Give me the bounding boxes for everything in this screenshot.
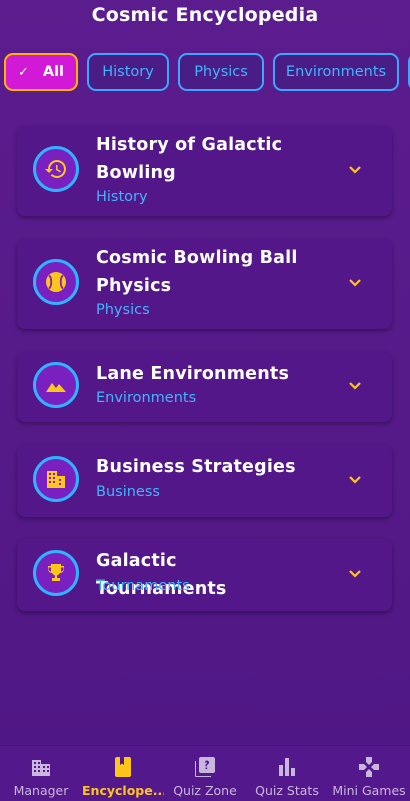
chevron-down-icon[interactable] — [348, 475, 362, 485]
filter-chip-label: History — [102, 64, 154, 80]
filter-chip-history[interactable]: History — [87, 53, 169, 91]
manager-icon — [32, 760, 50, 776]
encyclopedia-card-business[interactable]: Business Strategies Business — [17, 445, 392, 517]
bowling-ball-icon — [33, 259, 79, 305]
encyclopedia-card-history[interactable]: History of Galactic Bowling History — [17, 126, 392, 216]
chevron-down-icon[interactable] — [348, 278, 362, 288]
encyclopedia-card-tournaments[interactable]: Galactic Tournaments Tournaments — [17, 539, 392, 611]
bottom-navigation-bar: Manager Encyclope... Quiz Zone Quiz Stat… — [0, 745, 410, 801]
card-category: Environments — [96, 390, 197, 406]
card-category: Physics — [96, 302, 150, 318]
gamepad-icon — [359, 757, 379, 777]
card-title: Lane Environments — [96, 364, 290, 384]
nav-item-encyclopedia[interactable]: Encyclope... — [82, 746, 164, 801]
encyclopedia-icon — [115, 757, 131, 777]
filter-chip-label: Physics — [194, 64, 248, 80]
nav-label: Mini Games — [332, 783, 406, 798]
nav-label: Encyclope... — [82, 783, 164, 798]
nav-item-quiz-zone[interactable]: Quiz Zone — [164, 746, 246, 801]
nav-label: Quiz Stats — [255, 783, 319, 798]
chevron-down-icon[interactable] — [348, 569, 362, 579]
stats-icon — [279, 758, 295, 776]
card-title: Cosmic Bowling Ball Physics — [96, 248, 298, 296]
nav-item-quiz-stats[interactable]: Quiz Stats — [246, 746, 328, 801]
history-icon — [33, 146, 79, 192]
trophy-icon — [33, 550, 79, 596]
landscape-icon — [33, 362, 79, 408]
filter-chip-label: Environments — [285, 64, 387, 80]
card-category: Tournaments — [96, 578, 190, 594]
card-title: History of Galactic Bowling — [96, 135, 283, 183]
card-category: History — [96, 189, 148, 205]
check-icon: ✓ — [17, 64, 29, 80]
chevron-down-icon[interactable] — [348, 165, 362, 175]
filter-chip-all[interactable]: ✓ All — [4, 53, 78, 91]
filter-chip-bar[interactable]: ✓ All History Physics Environments — [4, 53, 410, 93]
quiz-icon — [195, 757, 215, 777]
card-category: Business — [96, 484, 160, 500]
nav-label: Manager — [13, 783, 69, 798]
business-icon — [33, 456, 79, 502]
card-title: Galactic Tournaments — [96, 551, 227, 599]
filter-chip-environments[interactable]: Environments — [273, 53, 399, 91]
filter-chip-label: All — [42, 64, 65, 80]
filter-chip-physics[interactable]: Physics — [178, 53, 264, 91]
nav-label: Quiz Zone — [173, 783, 237, 798]
nav-item-manager[interactable]: Manager — [0, 746, 82, 801]
card-title: Business Strategies — [96, 457, 296, 477]
chevron-down-icon[interactable] — [348, 381, 362, 391]
encyclopedia-card-physics[interactable]: Cosmic Bowling Ball Physics Physics — [17, 239, 392, 329]
nav-item-mini-games[interactable]: Mini Games — [328, 746, 410, 801]
page-title: Cosmic Encyclopedia — [91, 4, 319, 26]
encyclopedia-card-environments[interactable]: Lane Environments Environments — [17, 352, 392, 422]
